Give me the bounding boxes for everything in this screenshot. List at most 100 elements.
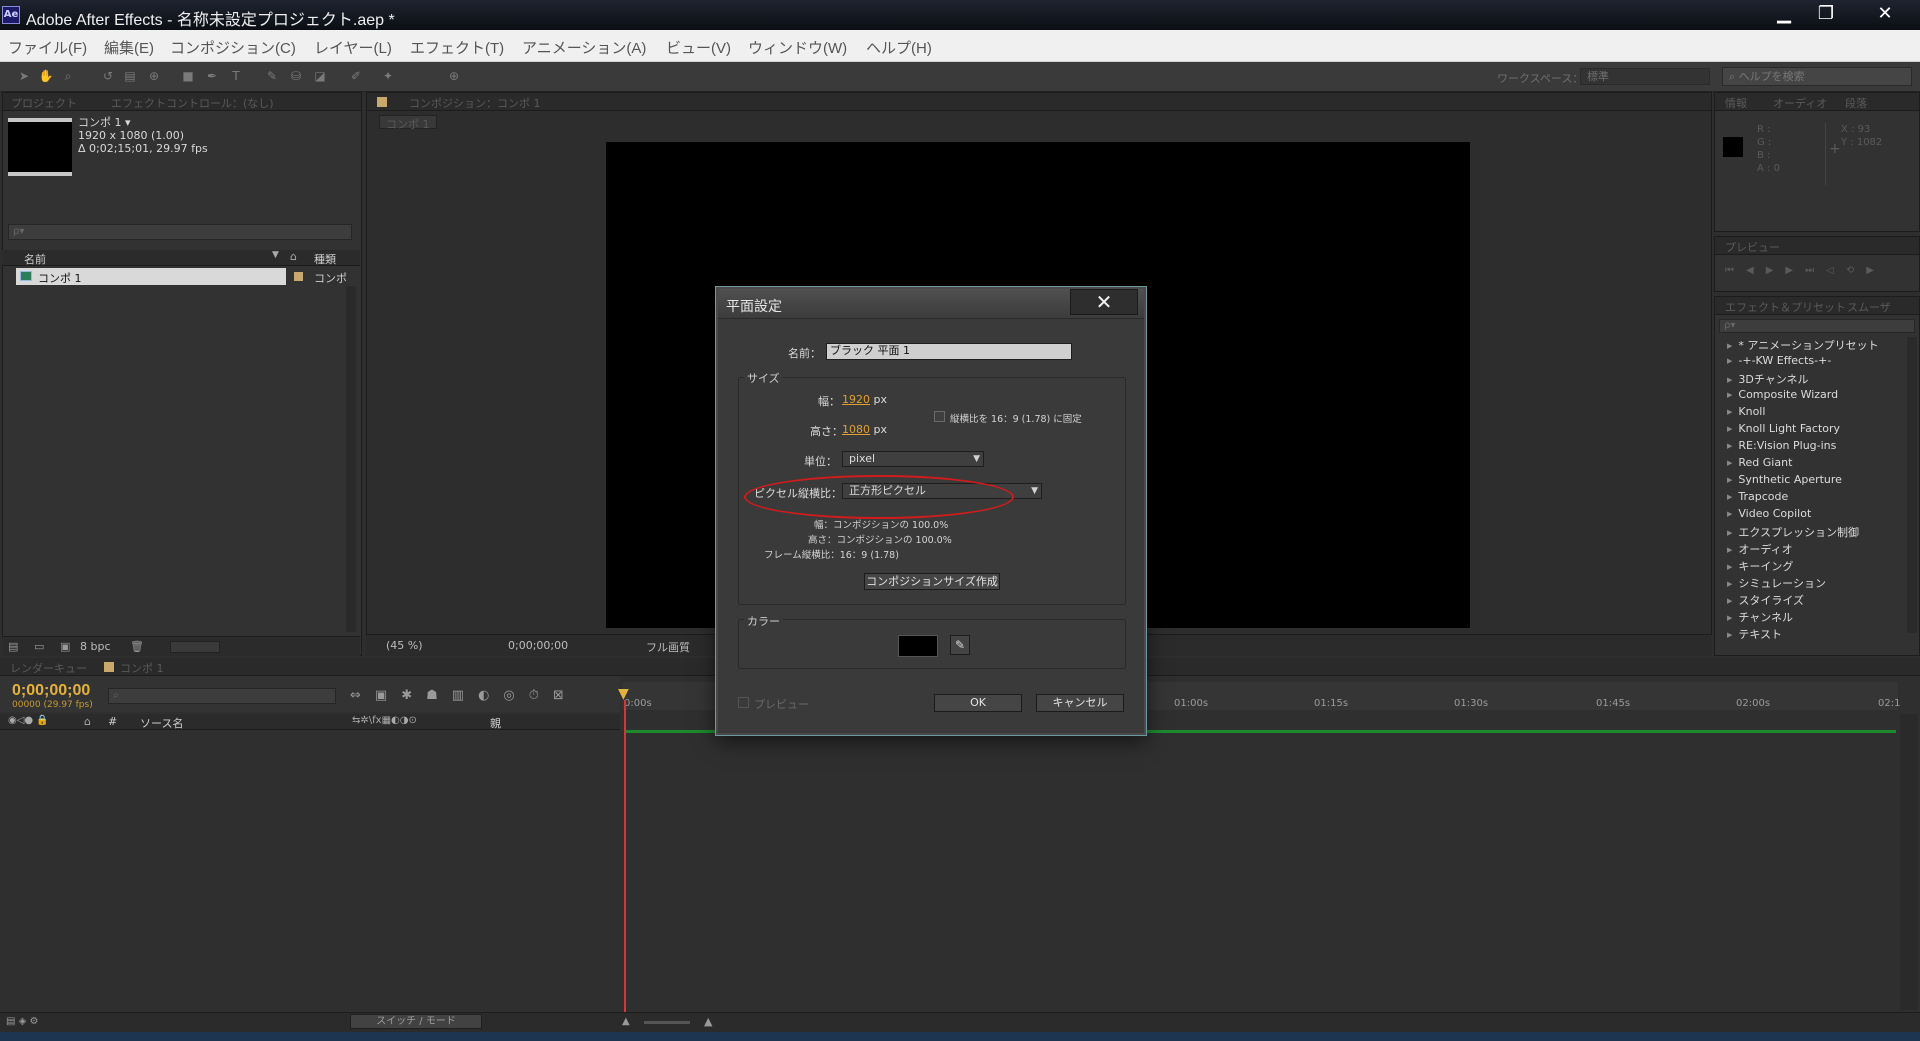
audio-icon[interactable]: ◁ xyxy=(1826,265,1846,276)
puppet-tool-icon[interactable]: ✦ xyxy=(380,68,396,84)
selection-tool-icon[interactable]: ➤ xyxy=(16,68,32,84)
cancel-button[interactable]: キャンセル xyxy=(1036,694,1124,712)
effect-category[interactable]: テキスト xyxy=(1727,626,1782,641)
lock-aspect-checkbox[interactable] xyxy=(934,411,945,422)
tab-preview[interactable]: プレビュー xyxy=(1725,239,1780,255)
height-field[interactable]: 1080 px xyxy=(842,423,887,436)
menu-effect[interactable]: エフェクト(T) xyxy=(410,37,504,58)
label-tag-icon[interactable]: ⌂ xyxy=(84,715,91,728)
comp-subtab[interactable]: コンポ 1 xyxy=(379,115,437,131)
timeline-footer-icons[interactable]: ▤ ◈ ⚙ xyxy=(6,1016,38,1027)
menu-layer[interactable]: レイヤー(L) xyxy=(314,37,392,58)
tab-paragraph[interactable]: 段落 xyxy=(1845,95,1867,111)
effects-scrollbar[interactable] xyxy=(1907,337,1917,633)
ok-button[interactable]: OK xyxy=(934,694,1022,712)
zoom-in-icon[interactable]: ▲ xyxy=(704,1015,712,1028)
loop-icon[interactable]: ⟲ xyxy=(1846,265,1866,276)
menu-composition[interactable]: コンポジション(C) xyxy=(170,37,296,58)
tab-project[interactable]: プロジェクト xyxy=(11,95,77,111)
effect-category[interactable]: 3Dチャンネル xyxy=(1727,371,1808,387)
type-tool-icon[interactable]: T xyxy=(228,68,244,84)
tab-audio[interactable]: オーディオ xyxy=(1773,95,1827,111)
playhead-line[interactable] xyxy=(624,700,626,1020)
unit-select[interactable]: pixel ▼ xyxy=(842,451,984,467)
timeline-current-time[interactable]: 0;00;00;00 xyxy=(12,682,90,700)
comp-mini-flowchart-icon[interactable]: ⇔ xyxy=(350,688,375,703)
menu-edit[interactable]: 編集(E) xyxy=(104,37,154,58)
project-row-comp1[interactable]: コンポ 1 コンポ xyxy=(2,268,360,285)
eyedropper-icon[interactable]: ✎ xyxy=(950,635,970,655)
menu-animation[interactable]: アニメーション(A) xyxy=(522,37,646,58)
hide-shy-icon[interactable]: ☗ xyxy=(426,688,452,703)
rectangle-tool-icon[interactable]: ■ xyxy=(180,68,196,84)
live-update-icon[interactable]: ▣ xyxy=(375,688,401,703)
height-value[interactable]: 1080 xyxy=(842,423,870,436)
rotate-tool-icon[interactable]: ↺ xyxy=(100,68,116,84)
width-value[interactable]: 1920 xyxy=(842,393,870,406)
effect-category[interactable]: Video Copilot xyxy=(1727,507,1811,520)
effect-category[interactable]: エクスプレッション制御 xyxy=(1727,524,1859,540)
next-frame-icon[interactable]: ▶ xyxy=(1785,265,1805,276)
menu-help[interactable]: ヘルプ(H) xyxy=(866,37,932,58)
brainstorm-icon[interactable]: ⏱ xyxy=(529,688,553,703)
make-comp-size-button[interactable]: コンポジションサイズ作成 xyxy=(864,573,1000,590)
play-icon[interactable]: ▶ xyxy=(1766,265,1786,276)
column-name[interactable]: 名前 xyxy=(24,251,46,267)
camera-tool-icon[interactable]: ▤ xyxy=(122,68,138,84)
last-frame-icon[interactable]: ⏭ xyxy=(1805,265,1826,276)
current-time-display[interactable]: 0;00;00;00 xyxy=(508,639,568,652)
av-switches-icon[interactable]: ◉◁● 🔒 xyxy=(8,715,49,726)
column-parent[interactable]: 親 xyxy=(490,715,501,731)
effect-category[interactable]: チャンネル xyxy=(1727,609,1793,625)
effect-category[interactable]: * アニメーションプリセット xyxy=(1727,337,1878,353)
prev-frame-icon[interactable]: ◀ xyxy=(1746,265,1766,276)
effect-category[interactable]: キーイング xyxy=(1727,558,1793,574)
new-folder-icon[interactable]: ▭ xyxy=(34,640,44,653)
pan-behind-tool-icon[interactable]: ⊕ xyxy=(146,68,162,84)
effect-category[interactable]: Composite Wizard xyxy=(1727,388,1838,401)
width-field[interactable]: 1920 px xyxy=(842,393,887,406)
bit-depth-button[interactable]: 8 bpc xyxy=(80,640,111,653)
effect-category[interactable]: Trapcode xyxy=(1727,490,1788,503)
project-search-input[interactable]: ρ▾ xyxy=(8,224,352,240)
toggle-switches-modes-button[interactable]: スイッチ / モード xyxy=(350,1014,482,1029)
zoom-level[interactable]: (45 %) xyxy=(386,639,423,652)
resolution-select[interactable]: フル画質 xyxy=(646,639,690,655)
effect-category[interactable]: Synthetic Aperture xyxy=(1727,473,1842,486)
interpret-footage-icon[interactable]: ▤ xyxy=(8,640,18,653)
menu-window[interactable]: ウィンドウ(W) xyxy=(748,37,847,58)
draft-3d-icon[interactable]: ✱ xyxy=(401,688,426,703)
roto-brush-tool-icon[interactable]: ✐ xyxy=(348,68,364,84)
render-icon[interactable]: ⊠ xyxy=(553,688,578,703)
tab-timeline-comp1[interactable]: コンポ 1 xyxy=(120,660,164,676)
effect-category[interactable]: シミュレーション xyxy=(1727,575,1826,591)
solid-name-input[interactable]: ブラック 平面 1 xyxy=(826,343,1072,360)
first-frame-icon[interactable]: ⏮ xyxy=(1725,265,1746,276)
zoom-out-icon[interactable]: ▲ xyxy=(622,1016,630,1027)
preview-checkbox[interactable] xyxy=(738,697,749,708)
eraser-tool-icon[interactable]: ◪ xyxy=(312,68,328,84)
timeline-scrollbar[interactable] xyxy=(1900,714,1918,1010)
tab-render-queue[interactable]: レンダーキュー xyxy=(10,660,87,676)
close-window-button[interactable]: ✕ xyxy=(1860,0,1910,28)
help-search-input[interactable]: ⌕ ヘルプを検索 xyxy=(1722,67,1912,86)
tab-effect-controls[interactable]: エフェクトコントロール：(なし) xyxy=(111,95,274,111)
project-scrollbar[interactable] xyxy=(346,286,356,632)
effect-category[interactable]: RE:Vision Plug-ins xyxy=(1727,439,1836,452)
menu-file[interactable]: ファイル(F) xyxy=(8,37,87,58)
sort-arrow-icon[interactable]: ▼ xyxy=(272,250,279,260)
clone-stamp-tool-icon[interactable]: ⛁ xyxy=(288,68,304,84)
workspace-select[interactable]: 標準 xyxy=(1580,68,1710,85)
label-color-swatch[interactable] xyxy=(294,272,303,281)
timeline-zoom-slider[interactable] xyxy=(644,1021,690,1024)
effect-category[interactable]: スタイライズ xyxy=(1727,592,1804,608)
project-item-name[interactable]: コンポ 1 ▾ xyxy=(78,116,208,129)
effect-category[interactable]: Knoll Light Factory xyxy=(1727,422,1840,435)
motion-blur-icon[interactable]: ◐ xyxy=(478,688,503,703)
effect-category[interactable]: Knoll xyxy=(1727,405,1765,418)
frame-blending-icon[interactable]: ▥ xyxy=(452,688,478,703)
project-hscroll-thumb[interactable] xyxy=(170,641,220,653)
dialog-close-button[interactable]: ✕ xyxy=(1070,289,1138,315)
timeline-search-input[interactable]: ⌕ xyxy=(108,688,336,704)
tab-info[interactable]: 情報 xyxy=(1725,95,1747,111)
